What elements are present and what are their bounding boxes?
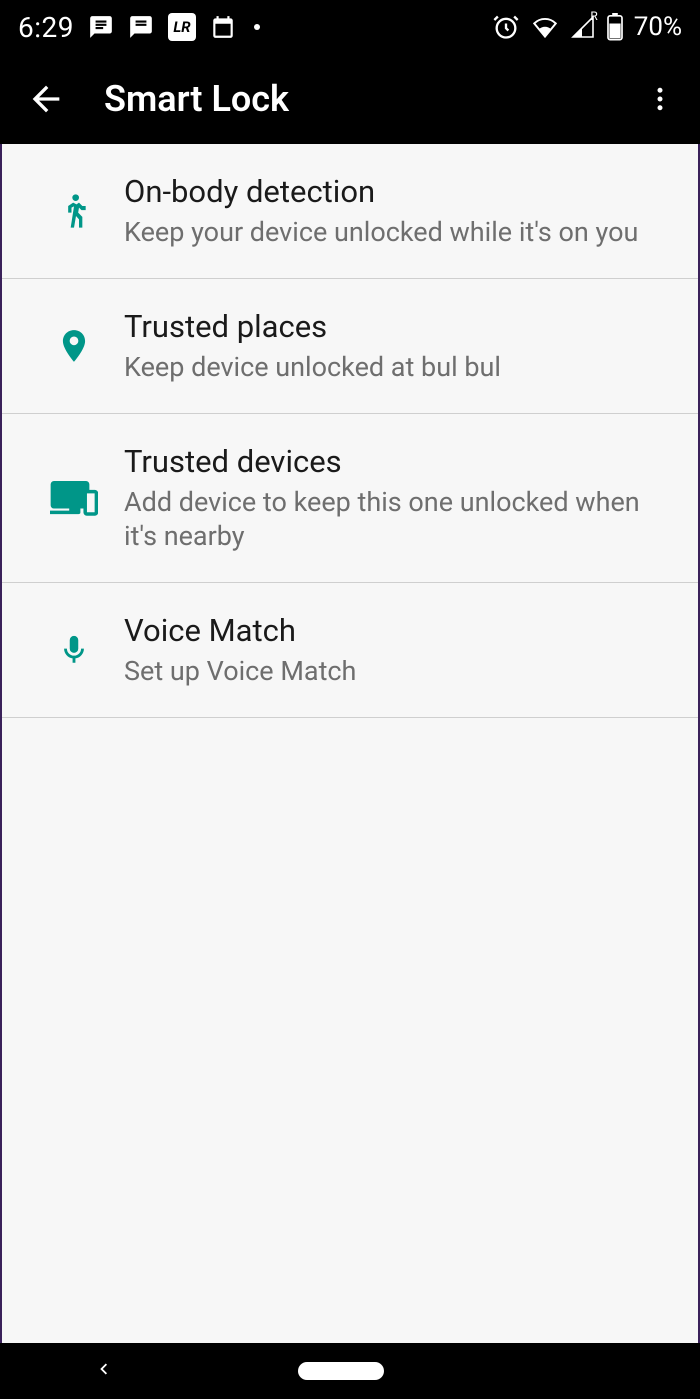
nav-back-button[interactable] [92,1358,114,1384]
app-bar: Smart Lock [0,54,700,144]
page-title: Smart Lock [104,78,636,120]
devices-icon [24,480,124,516]
nav-home-button[interactable] [298,1362,384,1380]
place-icon [24,324,124,368]
item-subtitle: Add device to keep this one unlocked whe… [124,486,670,554]
arrow-back-icon [26,79,66,119]
mic-icon [24,629,124,671]
walk-icon [24,191,124,231]
signal-icon: R [570,15,596,39]
alarm-icon [492,13,520,41]
item-subtitle: Keep your device unlocked while it's on … [124,216,670,250]
wifi-icon [530,15,560,39]
notification-lr-icon: LR [168,13,196,41]
back-button[interactable] [16,69,76,129]
item-trusted-devices[interactable]: Trusted devices Add device to keep this … [2,414,698,583]
item-voice-match[interactable]: Voice Match Set up Voice Match [2,583,698,718]
status-time: 6:29 [18,11,74,44]
item-subtitle: Keep device unlocked at bul bul [124,351,670,385]
status-right: R 70% [492,12,682,42]
battery-icon [606,13,624,41]
notification-calendar-icon [210,14,236,40]
item-title: Trusted places [124,307,670,347]
more-vert-icon [645,84,675,114]
navigation-bar [0,1343,700,1399]
item-title: Trusted devices [124,442,670,482]
notification-message-icon [88,14,114,40]
chevron-left-icon [92,1358,114,1380]
status-bar: 6:29 LR R [0,0,700,54]
item-title: On-body detection [124,172,670,212]
notification-chat-icon [128,14,154,40]
item-on-body-detection[interactable]: On-body detection Keep your device unloc… [2,144,698,279]
item-subtitle: Set up Voice Match [124,655,670,689]
status-left: 6:29 LR [18,11,260,44]
roaming-indicator: R [590,9,597,23]
notification-more-icon [254,24,260,30]
screen: 6:29 LR R [0,0,700,1399]
settings-list: On-body detection Keep your device unloc… [0,144,700,1343]
item-title: Voice Match [124,611,670,651]
battery-text: 70% [634,12,682,42]
item-trusted-places[interactable]: Trusted places Keep device unlocked at b… [2,279,698,414]
overflow-menu-button[interactable] [636,75,684,123]
